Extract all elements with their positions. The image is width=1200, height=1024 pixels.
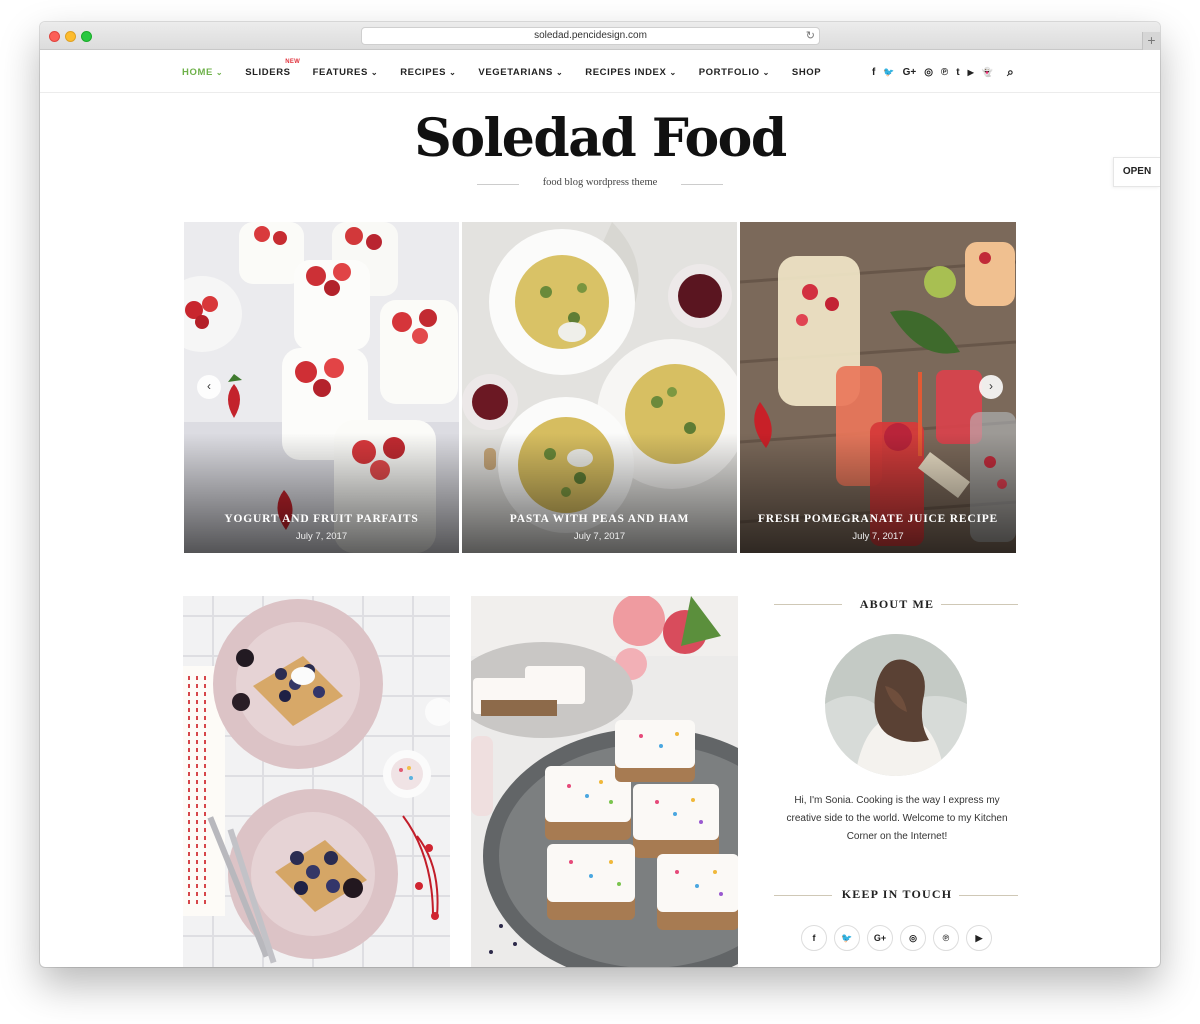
- post-thumbnail-cake[interactable]: [471, 596, 738, 967]
- new-badge: NEW: [285, 58, 301, 65]
- nav-item-home[interactable]: HOME ⌄: [182, 67, 223, 78]
- nav-item-label: SLIDERS: [245, 66, 291, 78]
- site-logo[interactable]: Soledad Food: [40, 108, 1160, 169]
- slider-item-2[interactable]: PASTA WITH PEAS AND HAM July 7, 2017: [462, 222, 737, 553]
- nav-item-label: PORTFOLIO: [698, 66, 760, 78]
- nav-menu: HOME ⌄ SLIDERS NEW FEATURES ⌄ RECIPES ⌄ VEG…: [182, 51, 843, 93]
- nav-item-label: FEATURES: [312, 66, 368, 78]
- chevron-down-icon: ⌄: [215, 67, 224, 77]
- nav-item-label: VEGETARIANS: [478, 66, 553, 78]
- nav-item-recipes[interactable]: RECIPES ⌄: [400, 67, 456, 78]
- slide-date: July 7, 2017: [573, 531, 626, 542]
- sprinkle-cake-image: [471, 596, 738, 967]
- nav-item-label: RECIPES: [400, 66, 447, 78]
- slider-prev-arrow[interactable]: ‹: [197, 375, 221, 399]
- chevron-down-icon: ⌄: [555, 67, 564, 77]
- browser-titlebar: soledad.pencidesign.com ↻ +: [40, 22, 1160, 50]
- nav-item-portfolio[interactable]: PORTFOLIO ⌄: [699, 67, 770, 78]
- nav-item-vegetarians[interactable]: VEGETARIANS ⌄: [478, 67, 563, 78]
- main-navigation: HOME ⌄ SLIDERS NEW FEATURES ⌄ RECIPES ⌄ VEG…: [40, 51, 1160, 93]
- search-icon[interactable]: ⌕: [1007, 65, 1014, 80]
- google-plus-icon[interactable]: G+: [903, 67, 917, 78]
- twitter-icon[interactable]: 🐦: [834, 925, 860, 951]
- slider-item-1[interactable]: YOGURT AND FRUIT PARFAITS July 7, 2017: [184, 222, 459, 553]
- nav-item-shop[interactable]: SHOP: [792, 67, 821, 78]
- youtube-icon[interactable]: ▶: [966, 925, 992, 951]
- instagram-icon[interactable]: ◎: [900, 925, 926, 951]
- twitter-icon[interactable]: 🐦: [883, 67, 894, 78]
- chevron-down-icon: ⌄: [669, 67, 677, 77]
- address-bar[interactable]: soledad.pencidesign.com ↻: [361, 27, 820, 45]
- pinterest-icon[interactable]: ℗: [941, 67, 948, 78]
- slider-item-3[interactable]: FRESH POMEGRANATE JUICE RECIPE July 7, 2…: [740, 222, 1016, 553]
- header-social-links: f 🐦 G+ ◎ ℗ t ▶ 👻 ⌕: [872, 51, 1022, 93]
- reload-icon[interactable]: ↻: [806, 28, 815, 44]
- pinterest-icon[interactable]: ℗: [933, 925, 959, 951]
- google-plus-icon[interactable]: G+: [867, 925, 893, 951]
- about-divider-right: [941, 604, 1018, 605]
- slide-date: July 7, 2017: [852, 531, 904, 542]
- new-tab-button[interactable]: +: [1142, 32, 1160, 50]
- author-photo: [825, 634, 967, 776]
- site-tagline: food blog wordpress theme: [542, 177, 658, 188]
- post-thumbnail-waffles[interactable]: [183, 596, 450, 967]
- youtube-icon[interactable]: ▶: [968, 68, 974, 77]
- chevron-down-icon: ⌄: [370, 67, 379, 77]
- nav-item-label: HOME: [182, 66, 213, 78]
- about-me-text: Hi, I'm Sonia. Cooking is the way I expr…: [786, 795, 1008, 842]
- chevron-down-icon: ⌄: [762, 67, 770, 77]
- facebook-icon[interactable]: f: [801, 925, 827, 951]
- tumblr-icon[interactable]: t: [956, 67, 959, 78]
- minimize-window-button[interactable]: [65, 31, 76, 42]
- nav-item-recipes-index[interactable]: RECIPES INDEX ⌄: [585, 67, 677, 78]
- slider-next-arrow[interactable]: ›: [979, 375, 1003, 399]
- sidebar-social-links: f 🐦 G+ ◎ ℗ ▶: [801, 925, 999, 951]
- instagram-icon[interactable]: ◎: [924, 67, 933, 78]
- nav-item-label: RECIPES INDEX: [585, 66, 667, 78]
- close-window-button[interactable]: [49, 31, 60, 42]
- maximize-window-button[interactable]: [81, 31, 92, 42]
- chevron-down-icon: ⌄: [449, 67, 457, 77]
- tagline-divider-right: [681, 184, 723, 185]
- slide-title[interactable]: YOGURT AND FRUIT PARFAITS: [184, 513, 459, 525]
- avatar: [825, 634, 967, 776]
- open-panel-button[interactable]: OPEN: [1113, 157, 1160, 187]
- address-url: soledad.pencidesign.com: [534, 30, 647, 41]
- waffles-image: [183, 596, 450, 967]
- slide-date: July 7, 2017: [295, 531, 348, 542]
- nav-item-sliders[interactable]: SLIDERS NEW: [245, 59, 300, 78]
- facebook-icon[interactable]: f: [872, 67, 875, 78]
- snapchat-icon[interactable]: 👻: [982, 67, 993, 78]
- nav-item-features[interactable]: FEATURES ⌄: [313, 67, 379, 78]
- keep-in-touch-divider-right: [959, 895, 1018, 896]
- browser-window: soledad.pencidesign.com ↻ + HOME ⌄ SLIDER…: [40, 22, 1160, 967]
- slide-title[interactable]: PASTA WITH PEAS AND HAM: [462, 513, 737, 525]
- slide-title[interactable]: FRESH POMEGRANATE JUICE RECIPE: [740, 513, 1016, 525]
- nav-item-label: SHOP: [791, 66, 822, 78]
